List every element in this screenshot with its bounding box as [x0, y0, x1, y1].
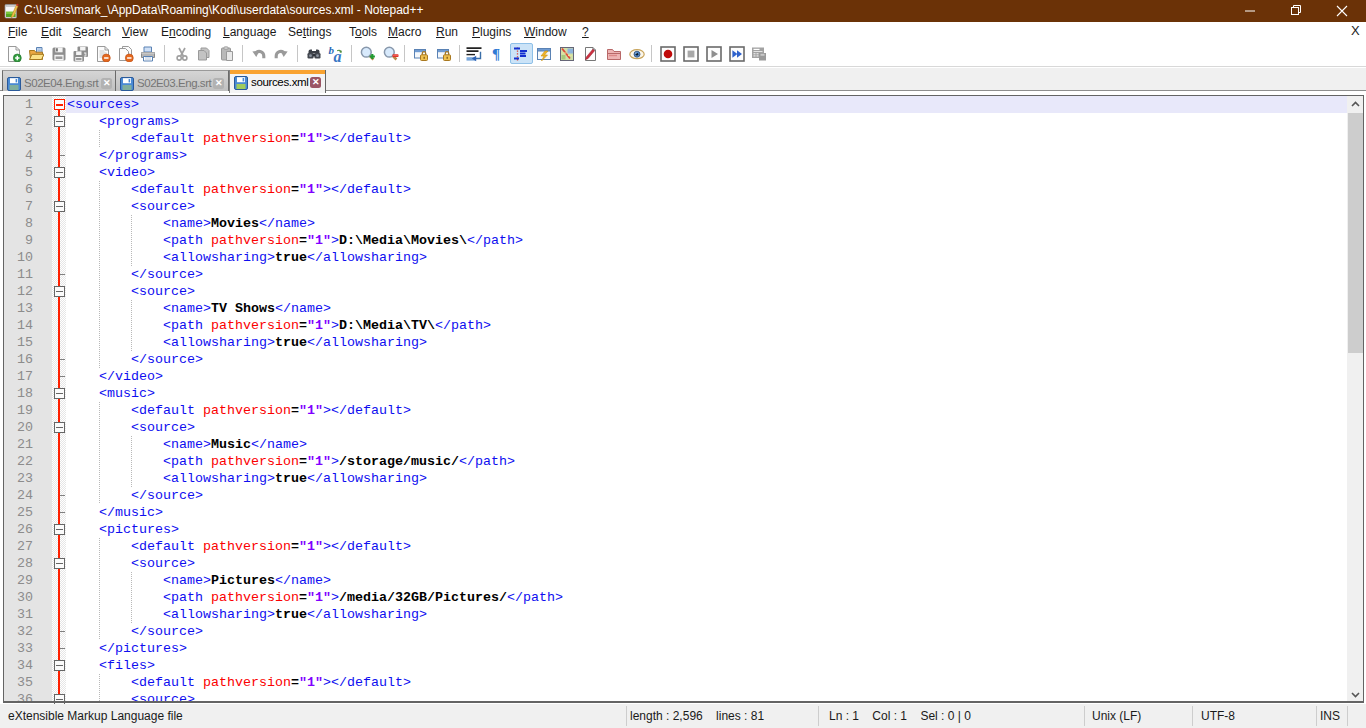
svg-text:a: a — [334, 48, 342, 63]
